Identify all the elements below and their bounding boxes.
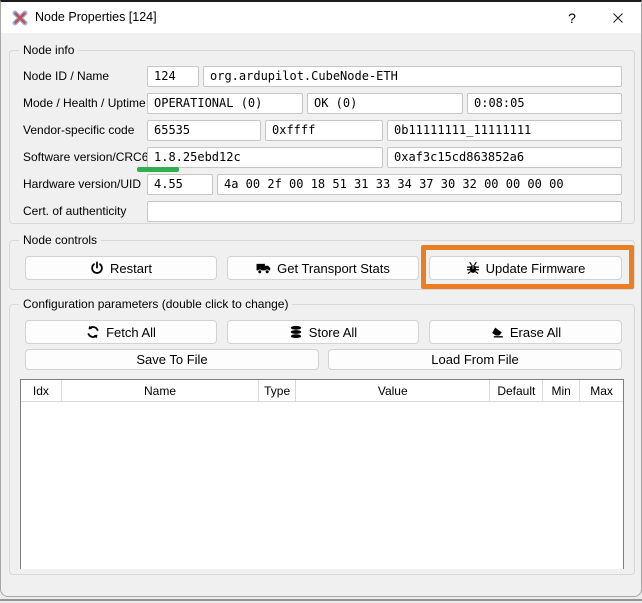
bug-icon xyxy=(466,261,480,275)
column-header-max[interactable]: Max xyxy=(580,380,623,401)
mode-health-uptime-label: Mode / Health / Uptime xyxy=(23,93,146,114)
button-label: Restart xyxy=(110,261,152,276)
config-params-group-label: Configuration parameters (double click t… xyxy=(19,297,292,311)
button-label: Update Firmware xyxy=(486,261,586,276)
button-label: Erase All xyxy=(510,325,561,340)
button-label: Get Transport Stats xyxy=(277,261,390,276)
close-button[interactable] xyxy=(594,2,641,33)
truck-icon xyxy=(256,262,271,275)
node-properties-dialog: Node Properties [124] ? Node info Node I… xyxy=(0,0,642,597)
update-firmware-button[interactable]: Update Firmware xyxy=(429,256,622,280)
close-icon xyxy=(612,12,624,24)
node-name-field[interactable]: org.ardupilot.CubeNode-ETH xyxy=(203,66,622,87)
uptime-field[interactable]: 0:08:05 xyxy=(467,93,622,114)
node-controls-group-label: Node controls xyxy=(19,233,101,247)
node-id-name-label: Node ID / Name xyxy=(23,66,109,87)
save-to-file-button[interactable]: Save To File xyxy=(25,349,319,370)
erase-all-button[interactable]: Erase All xyxy=(429,320,622,344)
button-label: Load From File xyxy=(431,352,518,367)
button-label: Fetch All xyxy=(106,325,156,340)
parameters-table: Idx Name Type Value Default Min Max xyxy=(20,379,624,569)
hardware-version-label: Hardware version/UID xyxy=(23,174,141,195)
window-title: Node Properties [124] xyxy=(35,2,157,33)
column-header-name[interactable]: Name xyxy=(62,380,259,401)
get-transport-stats-button[interactable]: Get Transport Stats xyxy=(227,256,419,280)
background-window-edge xyxy=(0,599,642,601)
refresh-icon xyxy=(86,325,100,339)
power-icon xyxy=(90,261,104,275)
cert-authenticity-field[interactable] xyxy=(147,201,622,222)
software-version-label: Software version/CRC64 xyxy=(23,147,155,168)
eraser-icon xyxy=(490,325,504,339)
software-version-field[interactable]: 1.8.25ebd12c xyxy=(147,147,383,168)
health-field[interactable]: OK (0) xyxy=(307,93,463,114)
column-header-idx[interactable]: Idx xyxy=(21,380,62,401)
vendor-code-dec-field[interactable]: 65535 xyxy=(147,120,261,141)
column-header-min[interactable]: Min xyxy=(543,380,580,401)
software-crc64-field[interactable]: 0xaf3c15cd863852a6 xyxy=(387,147,622,168)
load-from-file-button[interactable]: Load From File xyxy=(328,349,622,370)
title-bar: Node Properties [124] ? xyxy=(1,2,641,33)
vendor-code-label: Vendor-specific code xyxy=(23,120,134,141)
button-label: Store All xyxy=(309,325,357,340)
parameters-table-body xyxy=(21,402,623,569)
column-header-type[interactable]: Type xyxy=(259,380,296,401)
restart-button[interactable]: Restart xyxy=(25,256,217,280)
vendor-code-bin-field[interactable]: 0b11111111_11111111 xyxy=(387,120,622,141)
store-all-button[interactable]: Store All xyxy=(227,320,419,344)
node-info-group-label: Node info xyxy=(19,43,78,57)
help-button[interactable]: ? xyxy=(550,2,594,33)
uavcan-x-icon xyxy=(12,10,28,26)
fetch-all-button[interactable]: Fetch All xyxy=(25,320,217,344)
button-label: Save To File xyxy=(136,352,207,367)
column-header-default[interactable]: Default xyxy=(490,380,543,401)
cert-authenticity-label: Cert. of authenticity xyxy=(23,201,126,222)
mode-field[interactable]: OPERATIONAL (0) xyxy=(147,93,303,114)
node-id-field[interactable]: 124 xyxy=(147,66,199,87)
vendor-code-hex-field[interactable]: 0xffff xyxy=(265,120,383,141)
column-header-value[interactable]: Value xyxy=(296,380,490,401)
hardware-version-field[interactable]: 4.55 xyxy=(147,174,213,195)
hardware-uid-field[interactable]: 4a 00 2f 00 18 51 31 33 34 37 30 32 00 0… xyxy=(217,174,622,195)
parameters-table-header: Idx Name Type Value Default Min Max xyxy=(21,380,623,402)
database-icon xyxy=(289,325,303,339)
